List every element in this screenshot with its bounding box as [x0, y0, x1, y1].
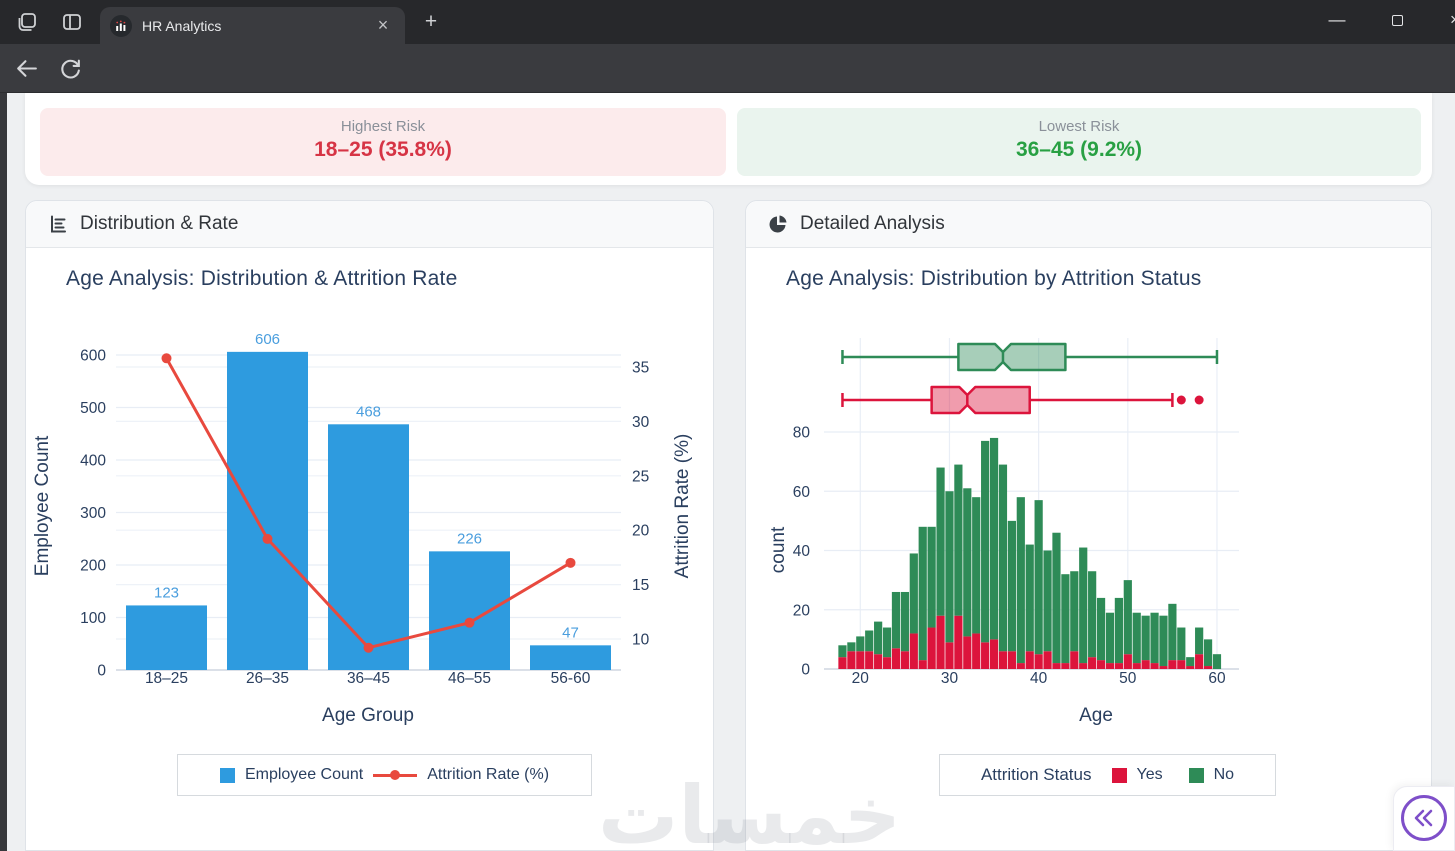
svg-text:500: 500: [80, 400, 106, 417]
window-edge-strip: [0, 93, 7, 851]
legend-no[interactable]: No: [1214, 766, 1234, 784]
maximize-button[interactable]: [1374, 0, 1420, 40]
tab-close-button[interactable]: ×: [371, 14, 395, 38]
new-tab-button[interactable]: +: [418, 10, 444, 36]
tab-activities-icon[interactable]: [15, 10, 39, 34]
svg-text:Attrition Rate (%): Attrition Rate (%): [672, 434, 693, 579]
detailed-analysis-card: Detailed Analysis Age Analysis: Distribu…: [745, 200, 1432, 851]
svg-text:20: 20: [632, 523, 650, 540]
svg-text:0: 0: [97, 663, 106, 680]
tab-favicon: [110, 14, 132, 37]
svg-text:Age Group: Age Group: [322, 705, 414, 726]
svg-text:20: 20: [852, 670, 870, 687]
svg-text:40: 40: [793, 543, 811, 560]
yes-swatch: [1111, 767, 1127, 783]
svg-text:100: 100: [80, 610, 106, 627]
svg-text:10: 10: [632, 632, 650, 649]
svg-text:200: 200: [80, 558, 106, 575]
svg-text:468: 468: [356, 403, 381, 420]
svg-text:400: 400: [80, 453, 106, 470]
svg-text:50: 50: [1119, 670, 1137, 687]
card-header-label: Distribution & Rate: [80, 213, 239, 234]
risk-summary-card: Highest Risk 18–25 (35.8%) Lowest Risk 3…: [25, 93, 1432, 185]
vertical-tabs-icon[interactable]: [60, 10, 84, 34]
left-chart-legend[interactable]: Employee Count Attrition Rate (%): [177, 754, 592, 796]
svg-text:40: 40: [1030, 670, 1048, 687]
svg-text:15: 15: [632, 577, 649, 594]
refresh-icon[interactable]: [58, 56, 83, 81]
svg-text:226: 226: [457, 530, 482, 547]
panel-toggle-button[interactable]: [1401, 795, 1447, 841]
back-icon[interactable]: [14, 56, 39, 81]
svg-text:60: 60: [1208, 670, 1226, 687]
svg-text:80: 80: [793, 425, 811, 442]
highest-risk-banner: Highest Risk 18–25 (35.8%): [40, 108, 726, 176]
browser-toolbar: 127.0.0.1:8050/visualizations: [0, 44, 1455, 131]
right-chart-legend[interactable]: Attrition Status Yes No: [939, 754, 1276, 796]
chevron-double-left-icon: [1414, 809, 1433, 827]
browser-tab[interactable]: HR Analytics ×: [100, 7, 405, 44]
highest-risk-label: Highest Risk: [340, 118, 426, 135]
minimize-button[interactable]: —: [1314, 0, 1360, 40]
svg-text:35: 35: [632, 360, 649, 377]
svg-text:25: 25: [632, 468, 649, 485]
attrition-rate-swatch: [373, 770, 418, 780]
svg-text:47: 47: [562, 624, 579, 641]
card-header-label: Detailed Analysis: [800, 213, 945, 234]
svg-text:123: 123: [154, 584, 179, 601]
browser-window: HR Analytics × + — × 127.0.0.1:8050/visu…: [0, 0, 1455, 851]
close-window-button[interactable]: ×: [1432, 0, 1455, 40]
legend-yes[interactable]: Yes: [1137, 766, 1163, 784]
svg-text:300: 300: [80, 505, 106, 522]
svg-text:56-60: 56-60: [551, 670, 591, 687]
svg-text:606: 606: [255, 331, 280, 348]
no-swatch: [1188, 767, 1204, 783]
distribution-rate-header: Distribution & Rate: [26, 201, 713, 248]
svg-text:36–45: 36–45: [347, 670, 390, 687]
svg-text:30: 30: [941, 670, 959, 687]
highest-risk-value: 18–25 (35.8%): [314, 138, 452, 161]
svg-text:Age: Age: [1079, 705, 1113, 726]
legend-title: Attrition Status: [980, 765, 1092, 784]
svg-text:30: 30: [632, 414, 650, 431]
legend-employee-count[interactable]: Employee Count: [245, 766, 363, 784]
bar-chart-icon: [48, 214, 68, 234]
collapsed-panel: [1393, 786, 1455, 851]
tab-title: HR Analytics: [142, 17, 222, 34]
svg-text:count: count: [768, 526, 789, 573]
svg-text:20: 20: [793, 602, 811, 619]
lowest-risk-banner: Lowest Risk 36–45 (9.2%): [737, 108, 1421, 176]
svg-text:0: 0: [801, 662, 810, 679]
detailed-analysis-header: Detailed Analysis: [746, 201, 1431, 248]
employee-count-swatch: [219, 767, 235, 783]
lowest-risk-label: Lowest Risk: [1038, 118, 1120, 135]
distribution-rate-card: Distribution & Rate Age Analysis: Distri…: [25, 200, 714, 851]
svg-text:18–25: 18–25: [145, 670, 188, 687]
svg-text:600: 600: [80, 348, 106, 365]
legend-attrition-rate[interactable]: Attrition Rate (%): [427, 766, 549, 784]
browser-titlebar: HR Analytics × + — ×: [0, 0, 1455, 44]
page-content: Highest Risk 18–25 (35.8%) Lowest Risk 3…: [0, 93, 1455, 851]
svg-text:60: 60: [793, 484, 811, 501]
pie-chart-icon: [768, 214, 788, 234]
svg-text:Employee Count: Employee Count: [32, 435, 53, 576]
svg-text:46–55: 46–55: [448, 670, 491, 687]
svg-text:26–35: 26–35: [246, 670, 289, 687]
lowest-risk-value: 36–45 (9.2%): [1015, 138, 1143, 161]
